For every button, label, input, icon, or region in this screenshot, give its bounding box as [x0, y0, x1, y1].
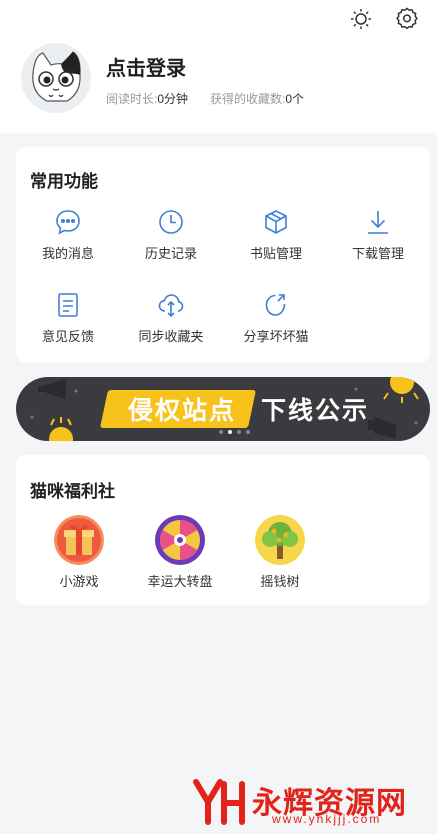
document-icon	[58, 293, 78, 317]
pager-dot	[219, 430, 223, 434]
mini-games-button[interactable]: 小游戏	[24, 515, 134, 590]
fn-label: 我的消息	[41, 246, 94, 261]
clock-icon	[159, 210, 183, 234]
welfare-label: 小游戏	[59, 574, 99, 589]
banner-pager	[219, 430, 250, 434]
welfare-card: 猫咪福利社 小游戏 幸运大转盘 摇钱树	[16, 455, 430, 605]
pager-dot	[246, 430, 250, 434]
fn-label: 书贴管理	[249, 246, 302, 261]
watermark-url: www.yhkjjj.com	[272, 812, 382, 826]
money-tree-button[interactable]: 摇钱树	[225, 515, 335, 590]
history-button[interactable]: 历史记录	[121, 208, 221, 262]
banner-highlight-text: 侵权站点	[127, 397, 236, 425]
cloud-sync-icon	[158, 294, 184, 318]
fn-label: 历史记录	[144, 246, 197, 261]
favorites-value: 0个	[285, 92, 305, 106]
sun-icon[interactable]	[349, 6, 373, 30]
sync-favorites-button[interactable]: 同步收藏夹	[121, 291, 221, 345]
gift-box-icon	[54, 515, 104, 565]
share-button[interactable]: 分享坏坏猫	[226, 291, 326, 345]
fn-label: 意见反馈	[41, 329, 94, 344]
download-management-button[interactable]: 下载管理	[328, 208, 428, 262]
box-icon	[265, 210, 287, 234]
watermark-logo-icon	[193, 779, 245, 825]
profile-header: 点击登录 阅读时长: 0分钟 获得的收藏数: 0个	[0, 0, 437, 133]
fn-label: 同步收藏夹	[138, 329, 204, 344]
banner-text: 下线公示	[261, 397, 370, 425]
favorites-label: 获得的收藏数:	[210, 92, 286, 106]
gear-icon[interactable]	[395, 6, 419, 30]
my-messages-button[interactable]: 我的消息	[18, 208, 118, 262]
welfare-title: 猫咪福利社	[30, 482, 115, 501]
fn-label: 下载管理	[351, 246, 404, 261]
lucky-wheel-button[interactable]: 幸运大转盘	[125, 515, 235, 590]
notice-banner[interactable]: 侵权站点 下线公示	[16, 377, 430, 441]
profile-stats: 阅读时长: 0分钟 获得的收藏数: 0个	[106, 90, 326, 107]
common-functions-title: 常用功能	[30, 172, 98, 191]
pager-dot-active	[228, 430, 232, 434]
top-toolbar	[349, 6, 419, 30]
avatar[interactable]	[21, 43, 91, 113]
money-tree-icon	[255, 515, 305, 565]
reading-time-value: 0分钟	[157, 92, 189, 106]
fn-label: 分享坏坏猫	[243, 329, 309, 344]
pager-dot	[237, 430, 241, 434]
welfare-label: 摇钱树	[260, 574, 300, 589]
login-link[interactable]: 点击登录	[106, 52, 186, 81]
bookmark-management-button[interactable]: 书贴管理	[226, 208, 326, 262]
reading-time-label: 阅读时长:	[106, 92, 158, 106]
wheel-icon	[155, 515, 205, 565]
cat-avatar-icon	[21, 43, 91, 113]
share-icon	[265, 294, 286, 316]
message-icon	[56, 210, 80, 235]
welfare-label: 幸运大转盘	[147, 574, 213, 589]
common-functions-card: 常用功能 我的消息 历史记录 书贴管理 下载管理 意见反馈 同步收藏夹 分享坏坏…	[16, 147, 430, 363]
feedback-button[interactable]: 意见反馈	[18, 291, 118, 345]
download-icon	[368, 211, 388, 234]
